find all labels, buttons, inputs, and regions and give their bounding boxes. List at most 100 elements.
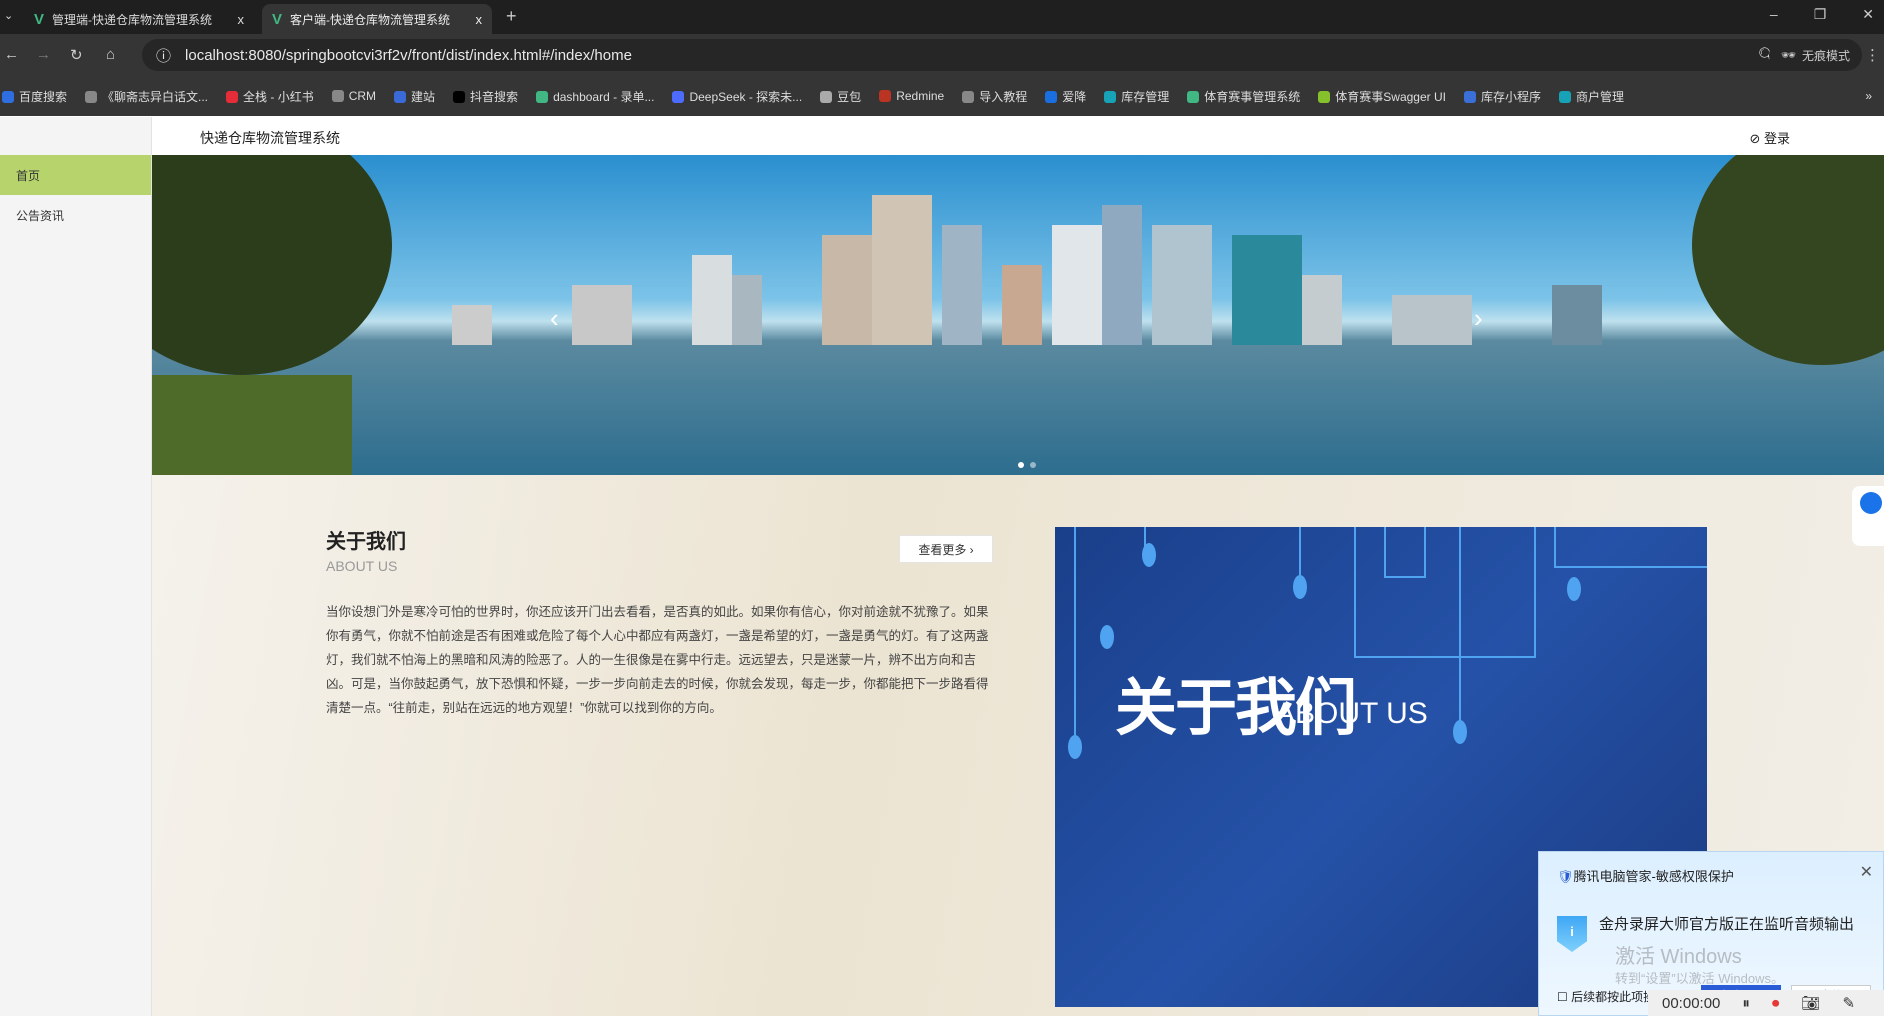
building-decoration [1002, 265, 1042, 345]
bookmark-label: 豆包 [837, 89, 862, 104]
address-bar[interactable]: ⓘ localhost:8080/springbootcvi3rf2v/fron… [142, 39, 1820, 71]
bookmark-item[interactable]: 库存管理 [1104, 88, 1169, 105]
carousel-dot-active[interactable] [1018, 462, 1024, 468]
carousel-next-icon[interactable]: › [1474, 303, 1483, 334]
bookmark-label: 库存小程序 [1480, 89, 1541, 104]
bookmark-favicon-icon [1045, 90, 1058, 103]
bookmark-item[interactable]: 体育赛事Swagger UI [1318, 88, 1446, 105]
building-decoration [572, 285, 632, 345]
bookmark-favicon-icon [226, 90, 239, 103]
about-subtitle: ABOUT US [326, 558, 398, 574]
bookmark-label: 爱降 [1062, 89, 1087, 104]
building-decoration [732, 275, 762, 345]
bookmark-label: CRM [348, 89, 377, 103]
recorder-toolbar: 00:00:00 ⏸ ⏺ 📷︎ ✎ [1648, 990, 1884, 1016]
bookmark-item[interactable]: 《聊斋志异白话文... [85, 88, 208, 105]
building-decoration [872, 195, 932, 345]
bookmark-item[interactable]: 百度搜索 [2, 88, 67, 105]
recording-time: 00:00:00 [1662, 994, 1721, 1012]
bookmark-item[interactable]: 爱降 [1045, 88, 1086, 105]
forward-icon[interactable]: → [36, 46, 51, 63]
floating-assistant[interactable] [1852, 486, 1884, 546]
popup-title: 腾讯电脑管家-敏感权限保护 [1573, 869, 1734, 884]
windows-watermark: 激活 Windows [1615, 946, 1742, 968]
assistant-icon [1860, 492, 1882, 514]
view-more-button[interactable]: 查看更多 › [899, 535, 993, 563]
bookmarks-overflow-icon[interactable]: » [1865, 89, 1872, 103]
bookmark-item[interactable]: DeepSeek - 探索未... [672, 88, 802, 105]
bookmark-favicon-icon [453, 90, 466, 103]
vue-icon: V [272, 10, 283, 28]
carousel-dot[interactable] [1030, 462, 1036, 468]
tab-label: 管理端-快递仓库物流管理系统 [52, 12, 213, 27]
building-decoration [1232, 235, 1302, 345]
popup-close-icon[interactable]: ✕ [1860, 862, 1873, 882]
bookmark-item[interactable]: 豆包 [820, 88, 861, 105]
building-decoration [1552, 285, 1602, 345]
restore-button[interactable]: ❐ [1814, 6, 1827, 23]
bookmark-item[interactable]: 抖音搜索 [453, 88, 518, 105]
new-tab-button[interactable]: + [506, 6, 517, 27]
bookmark-favicon-icon [331, 90, 344, 102]
tab-close-icon[interactable]: x [238, 12, 245, 27]
bookmark-item[interactable]: CRM [331, 89, 377, 103]
reload-icon[interactable]: ↻ [70, 46, 83, 64]
tab-close-icon[interactable]: x [476, 12, 483, 27]
menu-label: 首页 [16, 168, 41, 183]
bookmark-favicon-icon [1187, 90, 1200, 103]
camera-icon[interactable]: 📷︎ [1801, 994, 1820, 1012]
info-shield-icon: i [1557, 916, 1587, 952]
incognito-badge[interactable]: 🕶︎ 无痕模式 [1768, 39, 1862, 71]
stop-record-icon[interactable]: ⏺ [1772, 995, 1780, 1012]
about-title: 关于我们 [326, 531, 406, 553]
building-decoration [942, 225, 982, 345]
bookmark-favicon-icon [962, 90, 975, 103]
bookmark-item[interactable]: 库存小程序 [1463, 88, 1541, 105]
bookmark-label: 抖音搜索 [470, 89, 519, 104]
bookmark-favicon-icon [1318, 90, 1331, 103]
bookmark-favicon-icon [820, 90, 833, 103]
minimize-button[interactable]: – [1770, 6, 1778, 23]
bookmark-item[interactable]: 商户管理 [1559, 88, 1624, 105]
back-icon[interactable]: ← [4, 46, 19, 63]
building-decoration [1392, 295, 1472, 345]
bookmark-label: Redmine [896, 89, 945, 103]
login-link[interactable]: ⊘ 登录 [1749, 128, 1790, 147]
bookmark-label: 《聊斋志异白话文... [102, 89, 209, 104]
sidebar-item-news[interactable]: 公告资讯 [0, 195, 151, 235]
bookmark-item[interactable]: 体育赛事管理系统 [1187, 88, 1300, 105]
bookmark-item[interactable]: 全栈 - 小红书 [226, 88, 314, 105]
close-window-button[interactable]: ✕ [1862, 6, 1874, 23]
bookmark-item[interactable]: 导入教程 [962, 88, 1027, 105]
bookmark-favicon-icon [672, 90, 685, 103]
building-decoration [692, 255, 732, 345]
bookmark-label: 建站 [411, 89, 436, 104]
tab-admin[interactable]: V 管理端-快递仓库物流管理系统 x [24, 4, 254, 34]
bookmark-favicon-icon [394, 90, 407, 103]
tab-list-chevron-icon[interactable]: ⌄ [4, 9, 13, 22]
banner-carousel: ‹ › [152, 155, 1884, 475]
bookmark-label: 库存管理 [1121, 89, 1170, 104]
incognito-icon: 🕶︎ [1780, 48, 1796, 62]
bookmark-label: 商户管理 [1576, 89, 1625, 104]
bookmark-item[interactable]: Redmine [879, 89, 944, 103]
bookmark-label: 体育赛事管理系统 [1204, 89, 1301, 104]
bookmarks-bar: 百度搜索 《聊斋志异白话文... 全栈 - 小红书 CRM 建站 抖音搜索 dashboar… [0, 76, 1884, 116]
menu-icon[interactable]: ⋮ [1865, 46, 1880, 64]
bookmark-item[interactable]: 建站 [394, 88, 435, 105]
tree-decoration [152, 155, 392, 375]
bookmark-favicon-icon [85, 90, 98, 103]
pause-icon[interactable]: ⏸ [1742, 995, 1750, 1012]
browser-tab-bar: ⌄ V 管理端-快递仓库物流管理系统 x V 客户端-快递仓库物流管理系统 x + – ❐… [0, 0, 1884, 34]
bookmark-favicon-icon [1463, 90, 1476, 103]
home-icon[interactable]: ⌂ [106, 46, 115, 63]
popup-title-row: 🛡︎腾讯电脑管家-敏感权限保护 [1557, 866, 1734, 885]
bookmark-item[interactable]: dashboard - 录单... [536, 88, 654, 105]
site-info-icon[interactable]: ⓘ [156, 45, 171, 66]
pen-icon[interactable]: ✎ [1842, 994, 1855, 1012]
carousel-prev-icon[interactable]: ‹ [550, 303, 559, 334]
tab-client[interactable]: V 客户端-快递仓库物流管理系统 x [262, 4, 492, 34]
popup-message: 金舟录屏大师官方版正在监听音频输出 [1599, 916, 1855, 933]
sidebar-item-home[interactable]: 首页 [0, 155, 151, 195]
building-decoration [452, 305, 492, 345]
